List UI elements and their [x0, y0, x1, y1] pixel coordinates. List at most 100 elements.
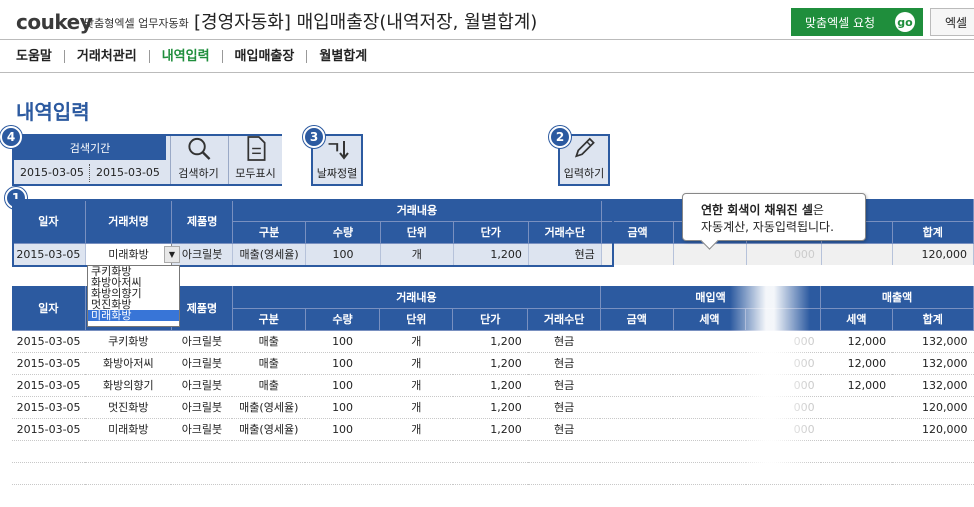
request-excel-label: 맞춤엑셀 요청	[805, 15, 876, 30]
cell-total: 120,000	[892, 396, 974, 419]
empty-row	[12, 462, 974, 485]
cell-unit: 개	[379, 374, 453, 397]
cell-blankA	[600, 396, 674, 419]
search-panel: 검색기간 2015-03-05 2015-03-05 검색하기 모두표시	[12, 134, 282, 186]
ledger-header-unit: 단위	[379, 308, 454, 331]
cell-qty: 100	[305, 374, 380, 397]
cell-type: 매출	[232, 330, 306, 353]
cell-qty: 100	[305, 396, 380, 419]
step-badge-4: 4	[0, 126, 22, 148]
cell-client: 미래화방	[85, 418, 172, 441]
page-heading: [경영자동화] 매입매출장(내역저장, 월별합계)	[194, 12, 538, 33]
ledger-header-trade: 거래내용	[232, 286, 601, 309]
main-nav: 도움말 거래처관리 내역입력 매입매출장 월별합계	[0, 40, 974, 73]
search-button[interactable]: 검색하기	[170, 136, 226, 184]
cell-price: 1,200	[452, 418, 528, 441]
input-table-frame	[12, 199, 614, 267]
cell-product: 아크릴붓	[171, 418, 233, 441]
cell-blankA	[600, 374, 674, 397]
fade-overlay	[730, 285, 810, 465]
svg-text:ㄱ: ㄱ	[326, 138, 341, 157]
document-icon	[246, 136, 266, 161]
ledger-header-sales: 매출액	[820, 286, 974, 309]
top-bar: coukey 맞춤형엑셀 업무자동화 [경영자동화] 매입매출장(내역저장, 월…	[0, 0, 974, 40]
input-amount-2: 000	[746, 243, 822, 265]
cell-total: 132,000	[892, 374, 974, 397]
empty-row	[12, 440, 974, 463]
cell-date: 2015-03-05	[12, 330, 86, 353]
table-row[interactable]: 2015-03-05화방아저씨아크릴붓매출100개1,200현금00012,00…	[12, 352, 974, 375]
cell-product: 아크릴붓	[171, 330, 233, 353]
cell-type: 매출	[232, 374, 306, 397]
pencil-icon	[574, 137, 595, 158]
ledger-header-type: 구분	[232, 308, 306, 331]
search-button-label: 검색하기	[178, 167, 219, 180]
tooltip-tail: 은	[812, 203, 824, 217]
cell-tax: 12,000	[820, 374, 893, 397]
ledger-header-product: 제품명	[171, 286, 233, 331]
table-row[interactable]: 2015-03-05멋진화방아크릴붓매출(영세율)100개1,200현금0001…	[12, 396, 974, 419]
help-tooltip: 연한 회색이 채워진 셀은 자동계산, 자동입력됩니다.	[682, 193, 866, 241]
coukey-logo[interactable]: coukey	[16, 10, 93, 34]
request-excel-button[interactable]: 맞춤엑셀 요청 go	[791, 8, 923, 36]
cell-unit: 개	[379, 352, 453, 375]
logo-subtitle: 맞춤형엑셀 업무자동화	[84, 17, 189, 30]
client-dropdown[interactable]: 쿠키화방 화방아저씨 화방의향기 멋진화방 미래화방	[87, 265, 180, 327]
ledger-header-qty: 수량	[305, 308, 381, 331]
cell-qty: 100	[305, 330, 380, 353]
cell-method: 현금	[527, 352, 601, 375]
cell-product: 아크릴붓	[171, 352, 233, 375]
cell-product: 아크릴붓	[171, 396, 233, 419]
table-row[interactable]: 2015-03-05미래화방아크릴붓매출(영세율)100개1,200현금0001…	[12, 418, 974, 441]
nav-monthly[interactable]: 월별합계	[307, 50, 379, 63]
show-all-button[interactable]: 모두표시	[228, 136, 282, 184]
cell-client: 멋진화방	[85, 396, 172, 419]
tooltip-bold: 연한 회색이 채워진 셀	[701, 203, 813, 217]
ledger-header-date: 일자	[12, 286, 86, 331]
ledger-header-price: 단가	[452, 308, 529, 331]
date-from-field[interactable]: 2015-03-05	[20, 166, 84, 179]
cell-blankA	[600, 352, 674, 375]
ledger-header-tax-2: 세액	[820, 308, 893, 331]
header-total: 합계	[892, 221, 974, 244]
cell-total: 120,000	[892, 418, 974, 441]
step-badge-3: 3	[303, 126, 325, 148]
cell-tax	[820, 396, 893, 419]
cell-blankA	[600, 418, 674, 441]
dropdown-arrow-icon[interactable]: ▼	[164, 246, 180, 263]
cell-method: 현금	[527, 374, 601, 397]
show-all-label: 모두표시	[235, 167, 276, 180]
nav-clients[interactable]: 거래처관리	[65, 49, 150, 63]
cell-method: 현금	[527, 396, 601, 419]
cell-client: 화방의향기	[85, 374, 172, 397]
dropdown-option-selected[interactable]: 미래화방	[88, 310, 179, 321]
cell-qty: 100	[305, 418, 380, 441]
cell-total: 132,000	[892, 352, 974, 375]
search-period-label: 검색기간	[14, 136, 166, 160]
cell-unit: 개	[379, 396, 453, 419]
cell-price: 1,200	[452, 330, 528, 353]
cell-price: 1,200	[452, 352, 528, 375]
table-row[interactable]: 2015-03-05쿠키화방아크릴붓매출100개1,200현금00012,000…	[12, 330, 974, 353]
input-button-label: 입력하기	[563, 167, 605, 180]
cell-client: 화방아저씨	[85, 352, 172, 375]
input-total: 120,000	[892, 243, 974, 265]
ledger-header-method: 거래수단	[527, 308, 601, 331]
step-badge-2: 2	[549, 126, 571, 148]
tooltip-line-2: 자동계산, 자동입력됩니다.	[701, 220, 834, 234]
cell-tax: 12,000	[820, 352, 893, 375]
sort-icon: ㄱ	[326, 138, 349, 160]
ledger-header-total: 합계	[892, 308, 974, 331]
cell-total: 132,000	[892, 330, 974, 353]
nav-help[interactable]: 도움말	[16, 49, 65, 63]
date-divider	[89, 164, 90, 182]
nav-ledger[interactable]: 매입매출장	[223, 49, 308, 63]
cell-date: 2015-03-05	[12, 418, 86, 441]
excel-button[interactable]: 엑셀	[930, 8, 974, 36]
cell-price: 1,200	[452, 396, 528, 419]
cell-unit: 개	[379, 418, 453, 441]
table-row[interactable]: 2015-03-05화방의향기아크릴붓매출100개1,200현금00012,00…	[12, 374, 974, 397]
date-to-field[interactable]: 2015-03-05	[96, 166, 160, 179]
nav-entry[interactable]: 내역입력	[150, 49, 223, 63]
tooltip-line-1: 연한 회색이 채워진 셀은	[701, 202, 865, 219]
